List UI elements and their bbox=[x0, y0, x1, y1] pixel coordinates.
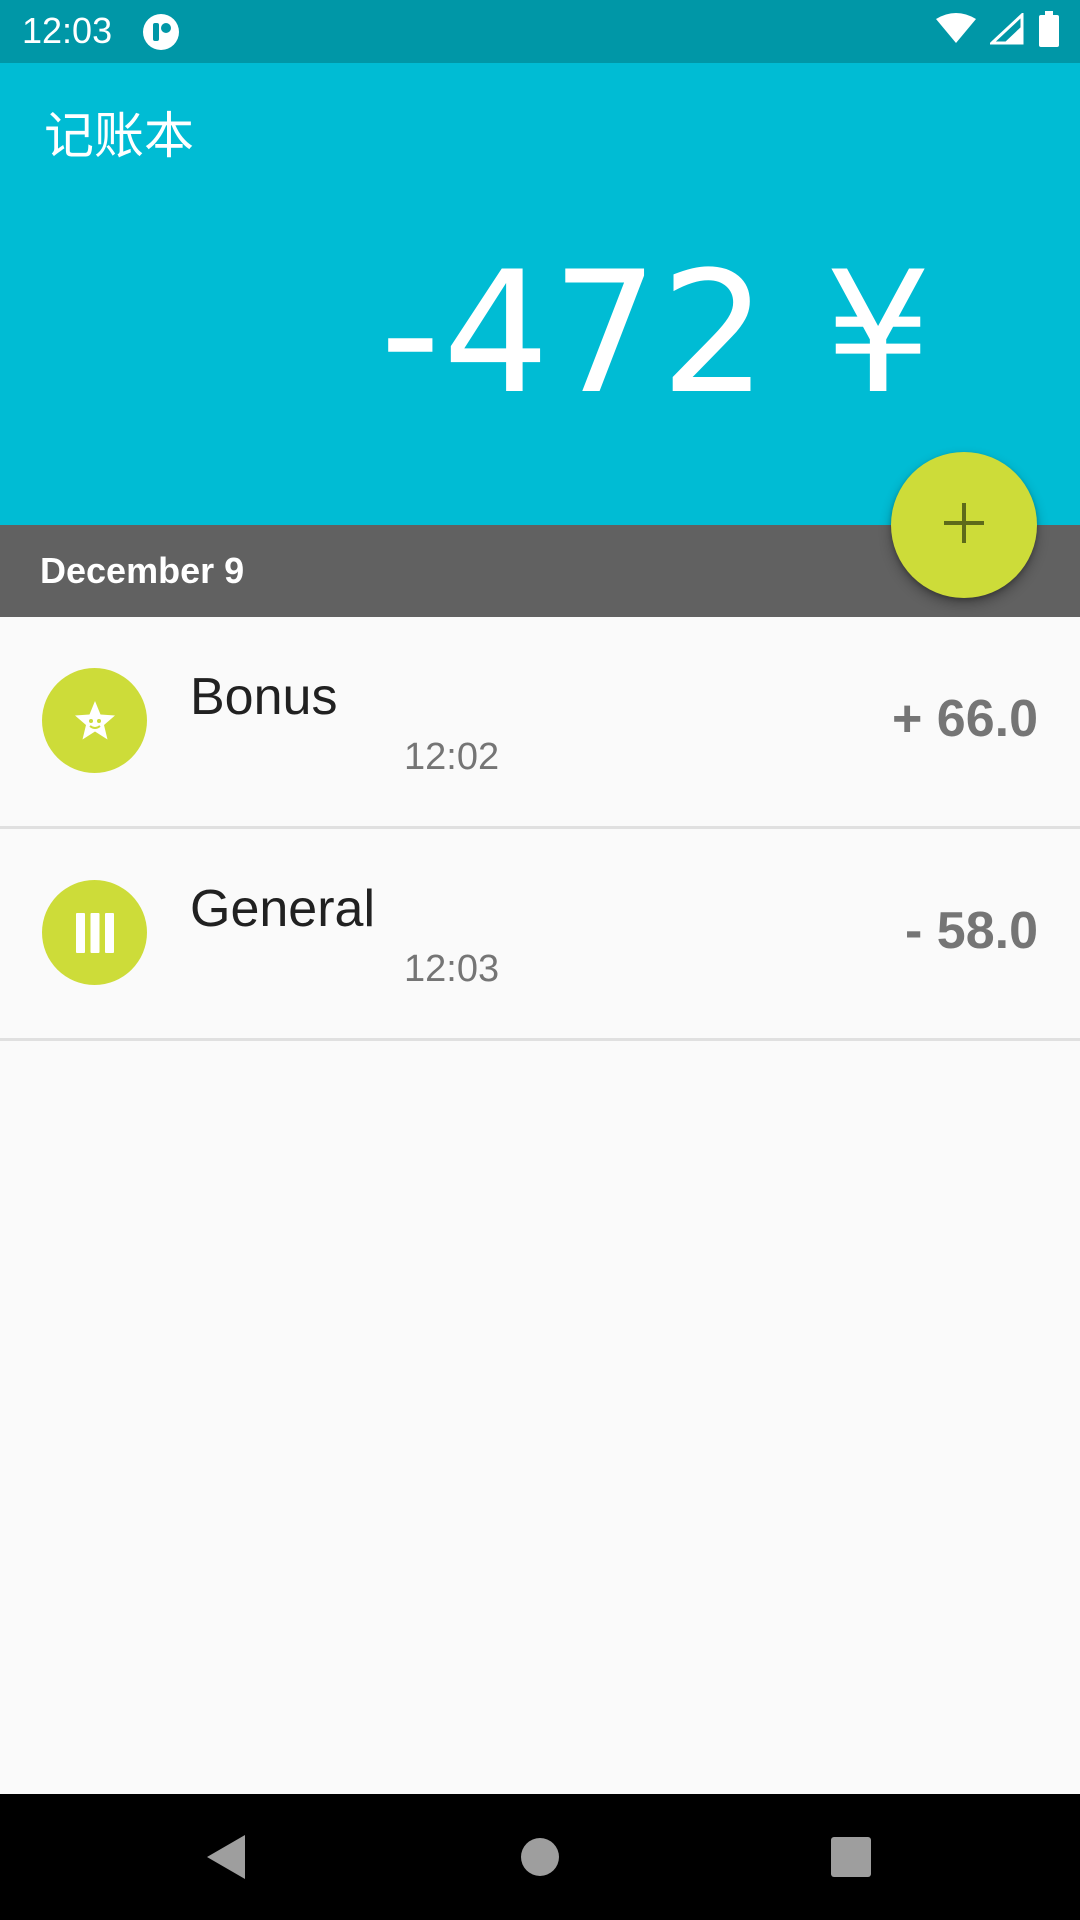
plus-icon bbox=[942, 501, 986, 550]
cell-signal-icon bbox=[988, 11, 1024, 50]
status-bar: 12:03 bbox=[0, 0, 1080, 63]
transaction-amount: + 66.0 bbox=[891, 690, 1038, 748]
transaction-row[interactable]: General 12:03 - 58.0 bbox=[0, 829, 1080, 1041]
transaction-time: 12:03 bbox=[404, 948, 500, 990]
transaction-list: Bonus 12:02 + 66.0 General 12:03 - 58.0 bbox=[0, 617, 1080, 1041]
home-icon[interactable] bbox=[507, 1824, 573, 1890]
general-bars-icon bbox=[42, 880, 147, 985]
status-right-icons bbox=[936, 10, 1060, 52]
transaction-row[interactable]: Bonus 12:02 + 66.0 bbox=[0, 617, 1080, 829]
screen: 12:03 记账本 -472 ¥ December 9 Bonus 12:02 … bbox=[0, 0, 1080, 1920]
wifi-icon bbox=[936, 12, 976, 50]
transaction-category: Bonus bbox=[190, 668, 338, 726]
back-icon[interactable] bbox=[193, 1824, 259, 1890]
system-nav-bar bbox=[0, 1794, 1080, 1920]
transaction-category: General bbox=[190, 880, 375, 938]
add-transaction-button[interactable] bbox=[891, 452, 1037, 598]
app-notification-icon bbox=[142, 13, 180, 51]
star-icon bbox=[42, 668, 147, 773]
app-title: 记账本 bbox=[44, 107, 194, 165]
balance-total: -472 ¥ bbox=[380, 235, 934, 431]
recents-icon[interactable] bbox=[818, 1824, 884, 1890]
date-label: December 9 bbox=[40, 550, 245, 591]
transaction-time: 12:02 bbox=[404, 736, 500, 778]
app-bar: 记账本 -472 ¥ bbox=[0, 63, 1080, 525]
battery-icon bbox=[1038, 10, 1060, 52]
status-time: 12:03 bbox=[22, 10, 113, 51]
transaction-amount: - 58.0 bbox=[905, 902, 1038, 960]
